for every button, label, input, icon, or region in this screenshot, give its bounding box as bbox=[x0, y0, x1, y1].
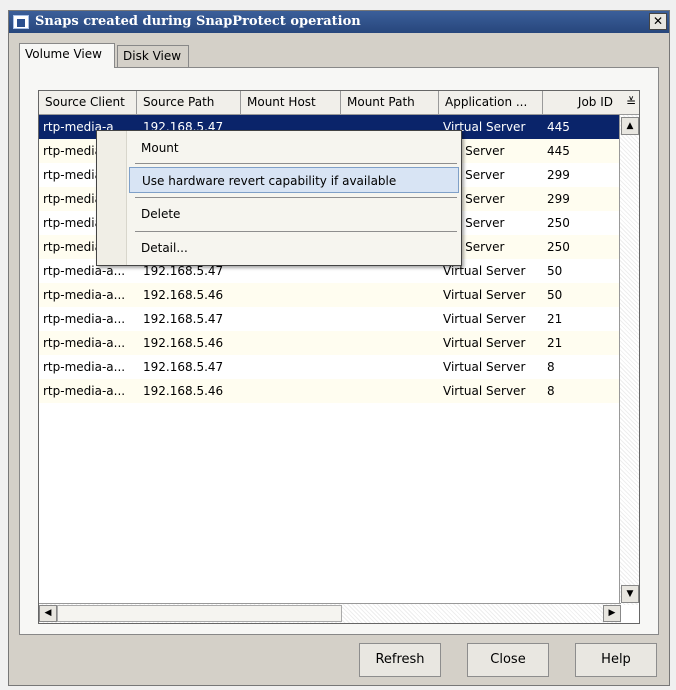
table-header: Source Client Source Path Mount Host Mou… bbox=[39, 91, 639, 115]
context-menu: Mount Use hardware revert capability if … bbox=[96, 130, 462, 266]
window-title: Snaps created during SnapProtect operati… bbox=[35, 14, 361, 29]
table-row[interactable]: rtp-media-a... 192.168.5.46 Virtual Serv… bbox=[39, 331, 619, 355]
cell-source-path: 192.168.5.47 bbox=[143, 360, 224, 374]
tab-volume-view[interactable]: Volume View bbox=[19, 43, 115, 68]
table-row[interactable]: rtp-media-a... 192.168.5.46 Virtual Serv… bbox=[39, 379, 619, 403]
cell-job-id: 250 bbox=[547, 216, 570, 230]
menu-separator bbox=[135, 163, 457, 164]
close-button[interactable]: Close bbox=[467, 643, 549, 677]
column-mount-host[interactable]: Mount Host bbox=[241, 91, 341, 115]
help-button[interactable]: Help bbox=[575, 643, 657, 677]
cell-application: Virtual Server bbox=[443, 288, 526, 302]
cell-source-client: rtp-media-a... bbox=[43, 288, 126, 302]
menu-separator bbox=[135, 197, 457, 198]
column-source-path[interactable]: Source Path bbox=[137, 91, 241, 115]
cell-application: Virtual Server bbox=[443, 360, 526, 374]
menu-icon-gutter bbox=[97, 131, 127, 265]
cell-application: Virtual Server bbox=[443, 336, 526, 350]
table-row[interactable]: rtp-media-a... 192.168.5.47 Virtual Serv… bbox=[39, 355, 619, 379]
cell-application: Virtual Server bbox=[443, 312, 526, 326]
column-chooser-icon[interactable]: ≚ bbox=[626, 91, 636, 115]
cell-source-client: rtp-media-a... bbox=[43, 312, 126, 326]
cell-source-path: 192.168.5.46 bbox=[143, 336, 224, 350]
scroll-up-icon[interactable]: ▲ bbox=[621, 117, 639, 135]
cell-job-id: 445 bbox=[547, 144, 570, 158]
snap-dialog: Snaps created during SnapProtect operati… bbox=[8, 10, 670, 686]
vertical-scrollbar[interactable]: ▲ ▼ bbox=[619, 115, 639, 605]
scroll-down-icon[interactable]: ▼ bbox=[621, 585, 639, 603]
cell-source-path: 192.168.5.46 bbox=[143, 384, 224, 398]
column-job-id[interactable]: Job ID bbox=[543, 91, 619, 115]
column-source-client[interactable]: Source Client bbox=[39, 91, 137, 115]
horizontal-scroll-thumb[interactable] bbox=[57, 605, 342, 622]
cell-source-path: 192.168.5.47 bbox=[143, 312, 224, 326]
menu-item-delete[interactable]: Delete bbox=[129, 201, 459, 227]
menu-item-mount[interactable]: Mount bbox=[129, 135, 459, 161]
cell-job-id: 21 bbox=[547, 312, 563, 326]
column-mount-path[interactable]: Mount Path bbox=[341, 91, 439, 115]
cell-source-path: 192.168.5.46 bbox=[143, 288, 224, 302]
table-row[interactable]: rtp-media-a... 192.168.5.47 Virtual Serv… bbox=[39, 307, 619, 331]
menu-item-hardware-revert[interactable]: Use hardware revert capability if availa… bbox=[129, 167, 459, 193]
close-icon[interactable]: ✕ bbox=[649, 13, 667, 30]
app-icon bbox=[13, 15, 29, 29]
cell-job-id: 250 bbox=[547, 240, 570, 254]
cell-job-id: 445 bbox=[547, 120, 570, 134]
tab-disk-view[interactable]: Disk View bbox=[117, 45, 189, 67]
cell-source-client: rtp-media-a... bbox=[43, 336, 126, 350]
menu-item-detail[interactable]: Detail... bbox=[129, 235, 459, 261]
title-bar[interactable]: Snaps created during SnapProtect operati… bbox=[9, 11, 669, 33]
menu-separator bbox=[135, 231, 457, 232]
column-application[interactable]: Application ... bbox=[439, 91, 543, 115]
cell-source-client: rtp-media-a... bbox=[43, 360, 126, 374]
cell-job-id: 21 bbox=[547, 336, 563, 350]
cell-job-id: 8 bbox=[547, 360, 555, 374]
button-bar: Refresh Close Help bbox=[9, 643, 669, 687]
scroll-right-icon[interactable]: ▶ bbox=[603, 605, 621, 622]
cell-job-id: 299 bbox=[547, 192, 570, 206]
horizontal-scrollbar[interactable]: ◀ ▶ bbox=[39, 603, 621, 623]
cell-job-id: 8 bbox=[547, 384, 555, 398]
cell-source-client: rtp-media-a... bbox=[43, 384, 126, 398]
refresh-button[interactable]: Refresh bbox=[359, 643, 441, 677]
cell-application: Virtual Server bbox=[443, 384, 526, 398]
table-row[interactable]: rtp-media-a... 192.168.5.46 Virtual Serv… bbox=[39, 283, 619, 307]
scroll-left-icon[interactable]: ◀ bbox=[39, 605, 57, 622]
cell-job-id: 50 bbox=[547, 288, 563, 302]
cell-job-id: 299 bbox=[547, 168, 570, 182]
cell-job-id: 50 bbox=[547, 264, 563, 278]
